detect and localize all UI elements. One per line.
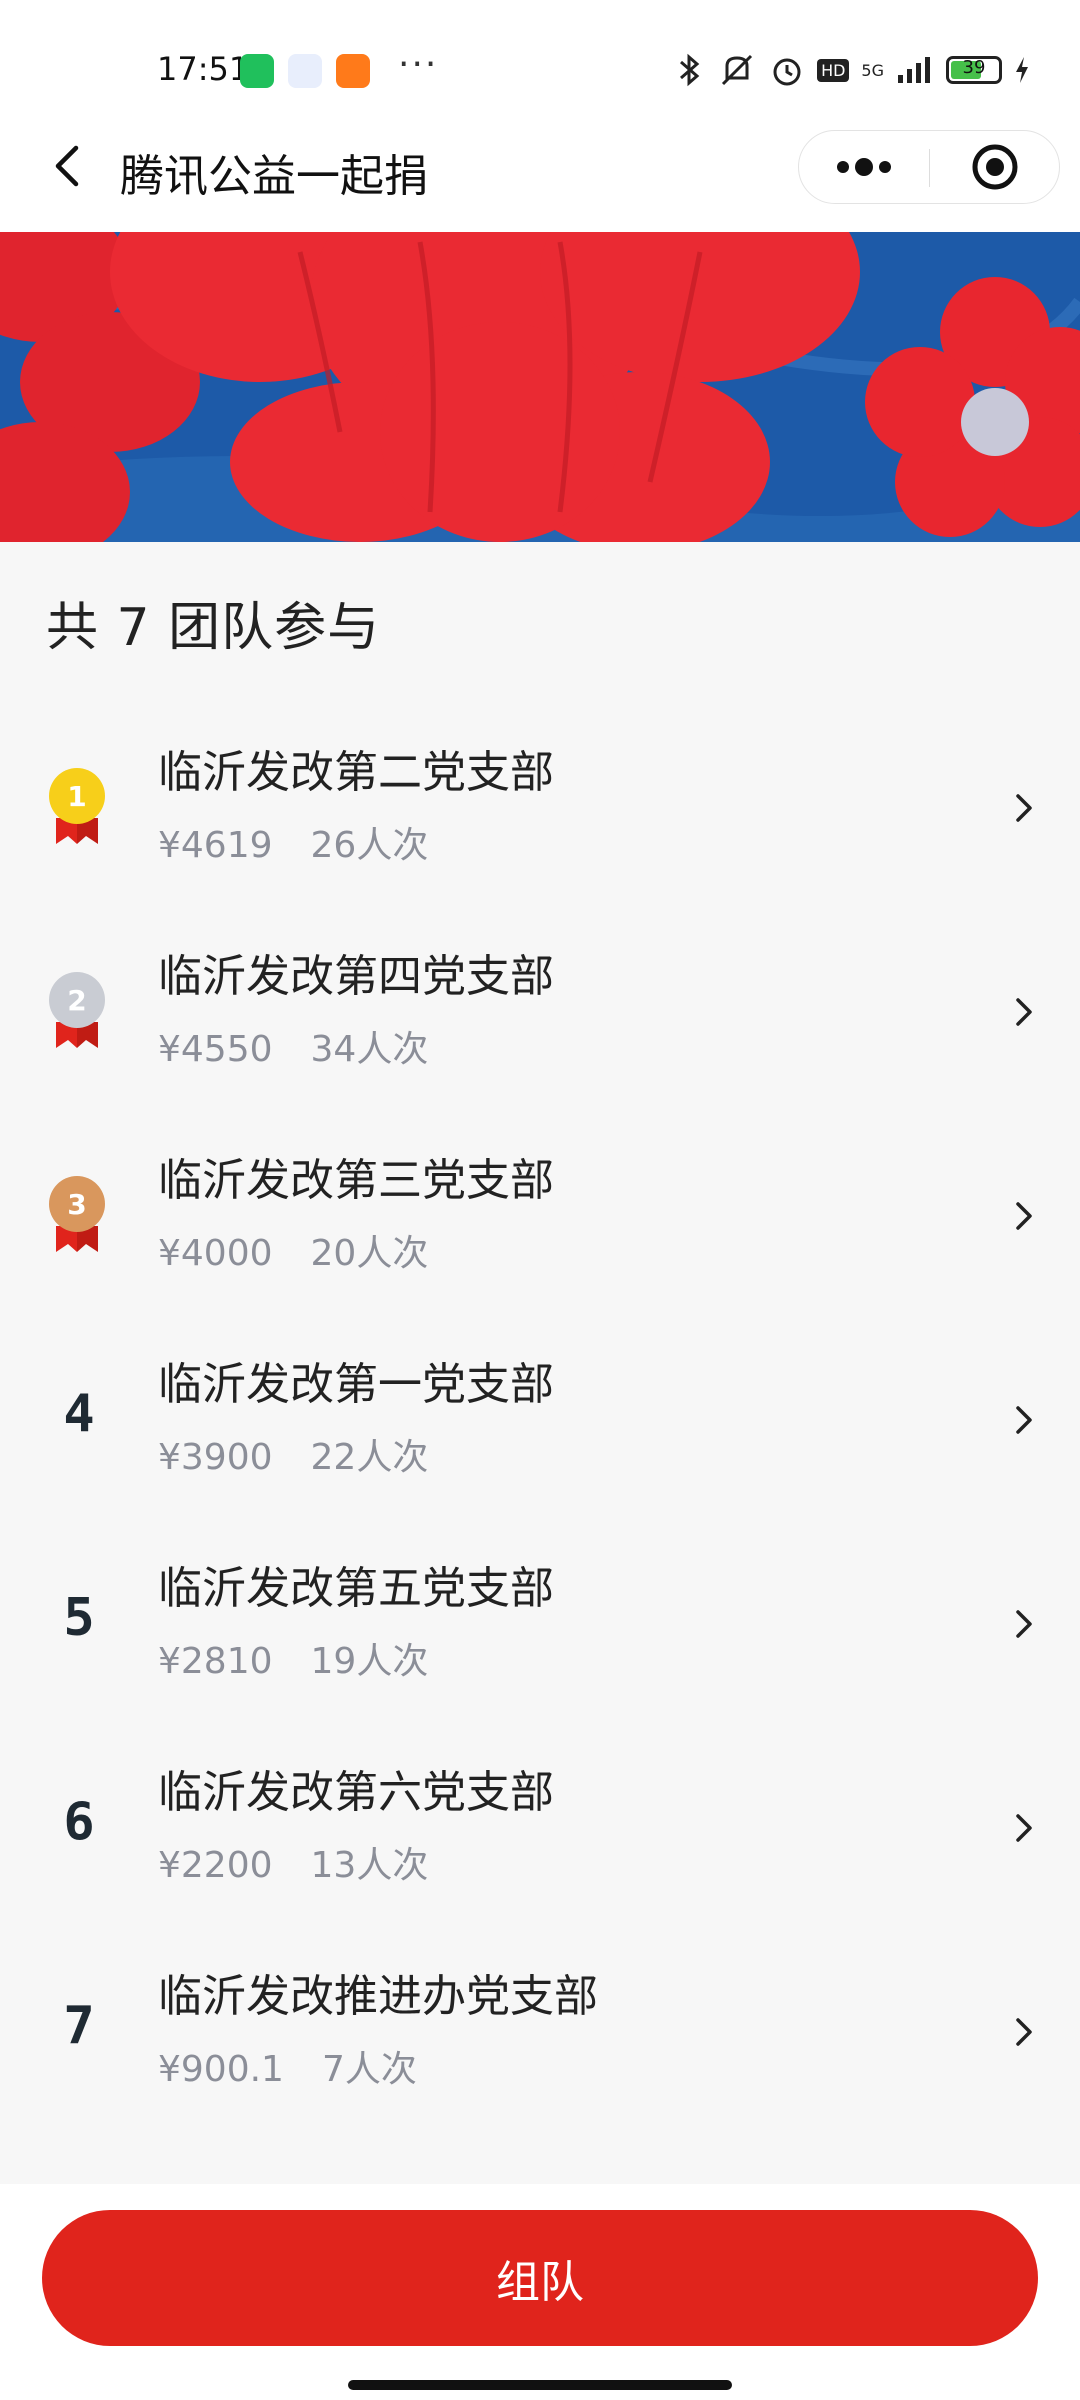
miniprogram-capsule — [798, 130, 1060, 204]
chevron-right-icon — [1016, 1406, 1032, 1434]
battery-icon: 39 — [946, 56, 1002, 84]
nav-bar: 腾讯公益一起捐 — [0, 110, 1080, 232]
team-count-title: 共 7 团队参与 — [46, 598, 381, 658]
team-name: 临沂发改第五党支部 — [158, 1563, 554, 1614]
chevron-right-icon — [1016, 1202, 1032, 1230]
chevron-right-icon — [1016, 1610, 1032, 1638]
campaign-banner — [0, 232, 1080, 542]
rank-label: 3 — [67, 1188, 86, 1221]
home-indicator[interactable] — [348, 2380, 732, 2390]
hd-icon: HD — [817, 58, 850, 82]
team-stats: ¥4550 34人次 — [158, 1020, 428, 1072]
bronze-medal-icon: 3 — [49, 1176, 105, 1252]
team-participants: 34人次 — [310, 1029, 429, 1070]
network-label: 5G — [861, 60, 884, 80]
team-amount: ¥4550 — [158, 1029, 273, 1070]
video-app-icon — [288, 54, 322, 88]
team-row[interactable]: 7 临沂发改推进办党支部 ¥900.1 7人次 — [0, 1930, 1080, 2134]
team-name: 临沂发改推进办党支部 — [158, 1971, 598, 2022]
team-row[interactable]: 6 临沂发改第六党支部 ¥2200 13人次 — [0, 1726, 1080, 1930]
taobao-icon — [336, 54, 370, 88]
rank-number: 6 — [63, 1792, 95, 1852]
banner-flowers-image — [0, 232, 1080, 542]
team-amount: ¥3900 — [158, 1437, 273, 1478]
team-name: 临沂发改第一党支部 — [158, 1359, 554, 1410]
close-button[interactable] — [930, 131, 1060, 203]
team-row[interactable]: 3 临沂发改第三党支部 ¥4000 20人次 — [0, 1114, 1080, 1318]
team-up-button[interactable]: 组队 — [42, 2210, 1038, 2346]
team-name: 临沂发改第四党支部 — [158, 951, 554, 1002]
team-participants: 13人次 — [310, 1845, 429, 1886]
back-button[interactable] — [40, 136, 100, 196]
chevron-right-icon — [1016, 794, 1032, 822]
chevron-right-icon — [1016, 998, 1032, 1026]
gold-medal-icon: 1 — [49, 768, 105, 844]
status-time: 17:51 — [157, 50, 250, 88]
rank-label: 1 — [67, 780, 86, 813]
wechat-icon — [240, 54, 274, 88]
mute-icon — [722, 54, 753, 86]
alarm-icon — [773, 58, 801, 86]
close-target-icon — [972, 144, 1018, 190]
team-participants: 19人次 — [310, 1641, 429, 1682]
team-list: 1 临沂发改第二党支部 ¥4619 26人次 2 临沂发改第四党支部 ¥4550 3… — [0, 706, 1080, 2134]
signal-icon — [898, 57, 930, 83]
team-name: 临沂发改第六党支部 — [158, 1767, 554, 1818]
team-stats: ¥3900 22人次 — [158, 1428, 428, 1480]
chevron-right-icon — [1016, 1814, 1032, 1842]
rank-number: 5 — [63, 1588, 95, 1648]
chevron-right-icon — [1016, 2018, 1032, 2046]
bottom-action-bar: 组队 — [0, 2184, 1080, 2400]
team-amount: ¥2810 — [158, 1641, 273, 1682]
page-title: 腾讯公益一起捐 — [120, 151, 428, 202]
team-amount: ¥2200 — [158, 1845, 273, 1886]
back-arrow-icon — [55, 145, 79, 187]
battery-level: 39 — [962, 57, 986, 78]
team-row[interactable]: 1 临沂发改第二党支部 ¥4619 26人次 — [0, 706, 1080, 910]
team-stats: ¥2810 19人次 — [158, 1632, 428, 1684]
team-stats: ¥2200 13人次 — [158, 1836, 428, 1888]
team-amount: ¥900.1 — [158, 2049, 284, 2090]
rank-number: 4 — [63, 1384, 95, 1444]
team-participants: 22人次 — [310, 1437, 429, 1478]
team-amount: ¥4619 — [158, 825, 273, 866]
team-stats: ¥4000 20人次 — [158, 1224, 428, 1276]
more-dots-icon — [837, 158, 891, 176]
rank-label: 2 — [67, 984, 86, 1017]
team-amount: ¥4000 — [158, 1233, 273, 1274]
team-stats: ¥900.1 7人次 — [158, 2040, 417, 2092]
silver-medal-icon: 2 — [49, 972, 105, 1048]
team-row[interactable]: 2 临沂发改第四党支部 ¥4550 34人次 — [0, 910, 1080, 1114]
team-participants: 26人次 — [310, 825, 429, 866]
team-row[interactable]: 4 临沂发改第一党支部 ¥3900 22人次 — [0, 1318, 1080, 1522]
team-row[interactable]: 5 临沂发改第五党支部 ¥2810 19人次 — [0, 1522, 1080, 1726]
status-icons: HD 5G 39 — [675, 48, 1030, 92]
team-participants: 7人次 — [321, 2049, 417, 2090]
more-notifications-icon: ··· — [398, 44, 439, 85]
team-name: 临沂发改第二党支部 — [158, 747, 554, 798]
bluetooth-icon — [680, 53, 700, 87]
team-stats: ¥4619 26人次 — [158, 816, 428, 868]
more-button[interactable] — [799, 131, 929, 203]
team-participants: 20人次 — [310, 1233, 429, 1274]
team-name: 临沂发改第三党支部 — [158, 1155, 554, 1206]
charging-icon — [1016, 57, 1028, 83]
rank-number: 7 — [63, 1996, 95, 2056]
